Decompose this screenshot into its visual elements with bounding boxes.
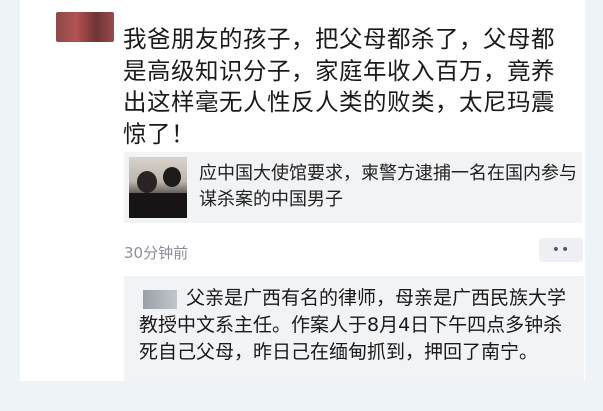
avatar[interactable]: [56, 12, 114, 42]
comment-box: 父亲是广西有名的律师，母亲是广西民族大学教授中文系主任。作案人于8月4日下午四点…: [124, 276, 584, 381]
shared-article-link[interactable]: 应中国大使馆要求，柬警方逮捕一名在国内参与谋杀案的中国男子: [124, 152, 582, 223]
shared-article-thumbnail: [129, 157, 187, 218]
more-options-button[interactable]: ••: [539, 238, 583, 262]
comment-text: 父亲是广西有名的律师，母亲是广西民族大学教授中文系主任。作案人于8月4日下午四点…: [139, 287, 567, 363]
post-timestamp: 30分钟前: [124, 244, 189, 262]
post-text: 我爸朋友的孩子，把父母都杀了，父母都是高级知识分子，家庭年收入百万，竟养出这样毫…: [123, 25, 555, 148]
shared-article-title: 应中国大使馆要求，柬警方逮捕一名在国内参与谋杀案的中国男子: [199, 163, 577, 210]
moment-card: 我爸朋友的孩子，把父母都杀了，父母都是高级知识分子，家庭年收入百万，竟养出这样毫…: [20, 0, 585, 381]
